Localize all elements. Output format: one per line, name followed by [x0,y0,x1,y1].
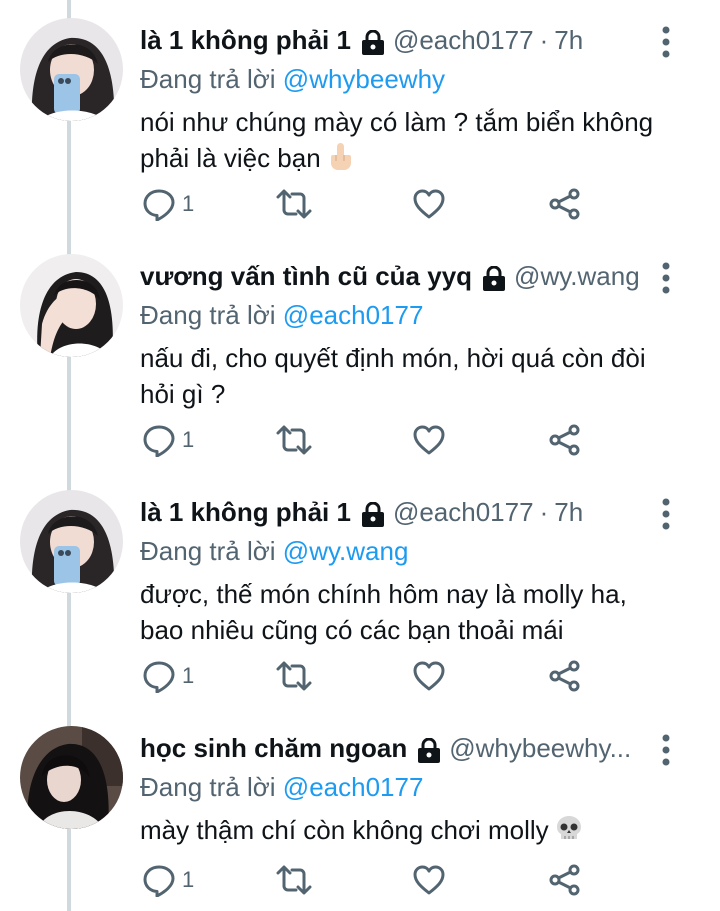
more-options-button[interactable] [656,22,676,62]
reply-button[interactable]: 1 [142,420,194,460]
reply-icon [143,425,175,457]
retweet-icon [276,661,312,691]
reply-tweet[interactable]: học sinh chăm ngoan @whybeewhy... Đang t… [0,708,720,911]
action-bar: 1 [140,184,610,224]
lock-icon [482,261,506,291]
avatar-image [20,254,123,357]
tweet-text: nấu đi, cho quyết định món, hời quá còn … [140,343,646,409]
user-handle[interactable]: @each0177 [393,490,534,534]
tweet-text: nói như chúng mày có làm ? tắm biển khôn… [140,104,660,180]
like-icon [413,425,445,455]
retweet-icon [276,425,312,455]
reply-tweet[interactable]: vương vấn tình cũ của yyq @wy.wang Đang … [0,236,720,472]
tweet-text-content: mày thậm chí còn không chơi molly [140,815,549,845]
avatar-image [20,726,123,829]
like-button[interactable] [412,860,446,900]
more-icon [662,498,670,530]
display-name[interactable]: vương vấn tình cũ của yyq [140,254,472,298]
display-name[interactable]: là 1 không phải 1 [140,18,351,62]
more-options-button[interactable] [656,494,676,534]
mention-link[interactable]: @wy.wang [283,536,409,566]
avatar-image [20,18,123,121]
reply-count: 1 [182,427,195,452]
share-icon [549,424,580,456]
replying-to: Đang trả lời @wy.wang [140,534,660,568]
reply-icon [143,661,175,693]
replying-to: Đang trả lời @each0177 [140,298,660,332]
display-name[interactable]: học sinh chăm ngoan [140,726,407,770]
retweet-icon [276,865,312,895]
avatar[interactable] [20,726,123,829]
more-icon [662,26,670,58]
like-button[interactable] [412,656,446,696]
user-handle[interactable]: @wy.wang [514,254,640,298]
reply-tweet[interactable]: là 1 không phải 1 @each0177 · 7h Đang tr… [0,0,720,236]
share-button[interactable] [548,656,582,696]
avatar-image [20,490,123,593]
replying-label: Đang trả lời [140,772,276,802]
mention-link[interactable]: @each0177 [283,772,424,802]
reply-count: 1 [182,191,195,216]
more-options-button[interactable] [656,730,676,770]
separator: · [539,25,549,55]
more-icon [662,262,670,294]
like-icon [413,661,445,691]
reply-button[interactable]: 1 [142,656,194,696]
reply-icon [143,865,175,897]
share-button[interactable] [548,420,582,460]
reply-tweet[interactable]: là 1 không phải 1 @each0177 · 7h Đang tr… [0,472,720,708]
more-icon [662,734,670,766]
middle-finger-emoji-icon [327,141,353,180]
replying-to: Đang trả lời @each0177 [140,770,660,804]
like-button[interactable] [412,420,446,460]
timestamp[interactable]: 7h [554,18,583,62]
replying-label: Đang trả lời [140,536,276,566]
replying-to: Đang trả lời @whybeewhy [140,62,660,96]
lock-icon [361,25,385,55]
more-options-button[interactable] [656,258,676,298]
share-button[interactable] [548,184,582,224]
replying-label: Đang trả lời [140,300,276,330]
user-handle[interactable]: @each0177 [393,18,534,62]
mention-link[interactable]: @each0177 [283,300,424,330]
like-icon [413,189,445,219]
replying-label: Đang trả lời [140,64,276,94]
tweet-text: mày thậm chí còn không chơi molly [140,812,660,851]
reply-button[interactable]: 1 [142,184,194,224]
skull-emoji-icon [555,814,583,851]
separator: · [539,497,549,527]
mention-link[interactable]: @whybeewhy [283,64,445,94]
action-bar: 1 [140,656,610,696]
retweet-button[interactable] [274,656,314,696]
avatar[interactable] [20,254,123,357]
like-button[interactable] [412,184,446,224]
tweet-text-content: nói như chúng mày có làm ? tắm biển khôn… [140,107,654,173]
retweet-button[interactable] [274,184,314,224]
share-icon [549,188,580,220]
display-name[interactable]: là 1 không phải 1 [140,490,351,534]
share-icon [549,660,580,692]
user-handle[interactable]: @whybeewhy... [449,726,631,770]
share-icon [549,864,580,896]
reply-count: 1 [182,663,195,688]
action-bar: 1 [140,860,610,900]
reply-icon [143,189,175,221]
retweet-button[interactable] [274,420,314,460]
action-bar: 1 [140,420,610,460]
share-button[interactable] [548,860,582,900]
retweet-icon [276,189,312,219]
like-icon [413,865,445,895]
reply-count: 1 [182,867,195,892]
reply-button[interactable]: 1 [142,860,194,900]
retweet-button[interactable] [274,860,314,900]
tweet-text: được, thế món chính hôm nay là molly ha,… [140,579,627,645]
avatar[interactable] [20,18,123,121]
timestamp[interactable]: 7h [554,490,583,534]
lock-icon [361,497,385,527]
lock-icon [417,733,441,763]
avatar[interactable] [20,490,123,593]
